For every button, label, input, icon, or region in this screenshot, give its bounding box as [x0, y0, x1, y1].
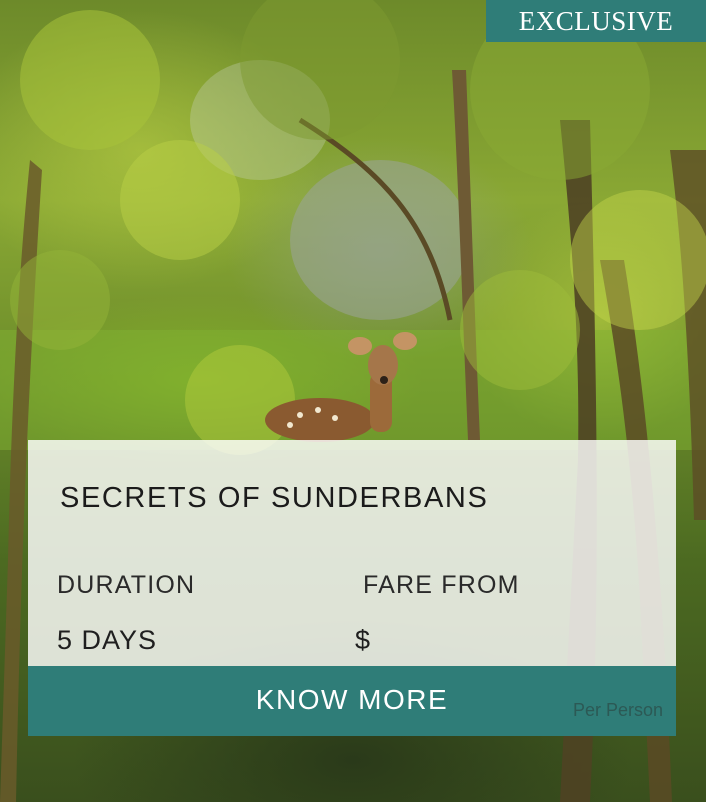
- tour-title: SECRETS OF SUNDERBANS: [60, 482, 489, 514]
- per-person-note: Per Person: [572, 700, 663, 720]
- duration-value: 5 DAYS: [57, 625, 158, 655]
- exclusive-badge-label: EXCLUSIVE: [518, 5, 674, 36]
- fare-value: $: [355, 625, 371, 655]
- tour-info-card: SECRETS OF SUNDERBANS DURATION FARE FROM…: [28, 440, 676, 666]
- fare-label: FARE FROM: [363, 571, 520, 599]
- exclusive-badge: EXCLUSIVE: [486, 0, 706, 42]
- know-more-button[interactable]: KNOW MORE Per Person: [28, 666, 676, 736]
- duration-label: DURATION: [57, 571, 196, 599]
